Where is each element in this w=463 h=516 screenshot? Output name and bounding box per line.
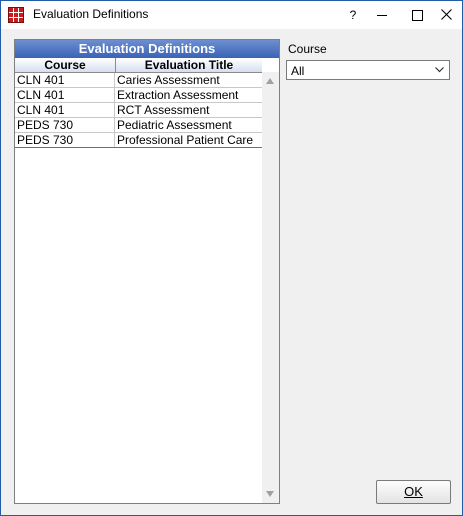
minimize-icon (377, 15, 387, 16)
cell-evaluation-title: RCT Assessment (117, 103, 210, 117)
close-button[interactable] (436, 5, 458, 25)
chevron-down-icon (435, 67, 444, 73)
title-bar: Evaluation Definitions ? (1, 1, 462, 29)
vertical-scrollbar[interactable] (262, 72, 279, 503)
ok-button-label: OK (404, 484, 423, 499)
table-row[interactable]: PEDS 730 Pediatric Assessment (15, 118, 262, 133)
evaluation-definitions-grid[interactable]: Evaluation Definitions Course Evaluation… (14, 39, 280, 504)
grid-rows: CLN 401 Caries Assessment CLN 401 Extrac… (15, 73, 262, 148)
cell-course: CLN 401 (17, 103, 115, 117)
dialog-window: Evaluation Definitions ? Evaluation Defi… (0, 0, 463, 516)
cell-evaluation-title: Pediatric Assessment (117, 118, 232, 132)
grid-title: Evaluation Definitions (15, 40, 279, 58)
course-filter-value: All (291, 64, 305, 78)
cell-evaluation-title: Professional Patient Care (117, 133, 254, 147)
cell-course: PEDS 730 (17, 118, 115, 132)
table-row[interactable]: CLN 401 Extraction Assessment (15, 88, 262, 103)
grid-header: Course Evaluation Title (15, 58, 262, 73)
arrow-down-icon[interactable] (266, 491, 274, 497)
window-title: Evaluation Definitions (33, 7, 149, 21)
column-header-course[interactable]: Course (15, 58, 116, 72)
table-row[interactable]: CLN 401 Caries Assessment (15, 73, 262, 88)
cell-course: CLN 401 (17, 88, 115, 102)
table-row[interactable]: CLN 401 RCT Assessment (15, 103, 262, 118)
maximize-button[interactable] (406, 5, 428, 25)
minimize-button[interactable] (372, 5, 394, 25)
cell-course: PEDS 730 (17, 133, 115, 147)
arrow-up-icon[interactable] (266, 78, 274, 84)
column-header-evaluation-title[interactable]: Evaluation Title (116, 58, 262, 72)
help-button[interactable]: ? (342, 5, 364, 25)
maximize-icon (412, 10, 423, 21)
close-icon (441, 9, 452, 20)
cell-course: CLN 401 (17, 73, 115, 87)
course-filter-select[interactable]: All (286, 60, 450, 80)
cell-evaluation-title: Caries Assessment (117, 73, 220, 87)
course-filter-label: Course (288, 42, 327, 56)
table-row[interactable]: PEDS 730 Professional Patient Care (15, 133, 262, 148)
cell-evaluation-title: Extraction Assessment (117, 88, 239, 102)
ok-button[interactable]: OK (376, 480, 451, 504)
grid-app-icon (8, 7, 24, 23)
